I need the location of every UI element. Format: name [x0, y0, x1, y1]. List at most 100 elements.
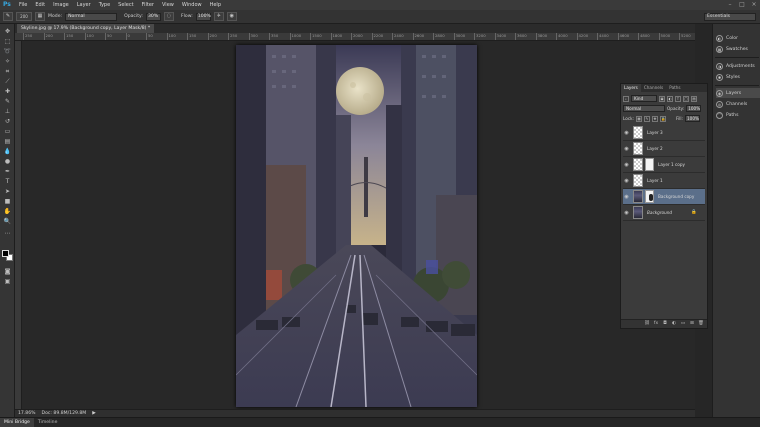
filter-adjustment-icon[interactable]: ◐: [667, 95, 673, 102]
menu-help[interactable]: Help: [206, 0, 225, 10]
screen-mode-icon[interactable]: ▣: [3, 278, 12, 286]
layer-style-icon[interactable]: fx: [653, 321, 659, 327]
panel-channels[interactable]: ◎ Channels: [716, 99, 760, 109]
maximize-button[interactable]: □: [738, 1, 746, 8]
menu-layer[interactable]: Layer: [73, 0, 95, 10]
edit-toolbar-icon[interactable]: ⋯: [3, 230, 12, 238]
menu-filter[interactable]: Filter: [138, 0, 158, 10]
pressure-opacity-icon[interactable]: ◌: [163, 12, 174, 21]
status-menu-arrow-icon[interactable]: ▶: [92, 411, 96, 416]
filter-kind-select[interactable]: Kind: [631, 95, 657, 102]
flow-input[interactable]: 100%: [195, 12, 211, 21]
lasso-tool-icon[interactable]: ➰: [3, 48, 12, 56]
panel-adjustments[interactable]: ◑ Adjustments: [716, 61, 760, 71]
layer-row[interactable]: ◉ Layer 1 copy: [623, 157, 705, 173]
menu-window[interactable]: Window: [178, 0, 206, 10]
menu-edit[interactable]: Edit: [31, 0, 49, 10]
zoom-tool-icon[interactable]: 🔍: [3, 218, 12, 226]
panel-color[interactable]: ◐ Color: [716, 33, 760, 43]
visibility-eye-icon[interactable]: ◉: [623, 162, 630, 168]
layer-row[interactable]: ◉ Background 🔒: [623, 205, 705, 221]
panel-paths[interactable]: ⌒ Paths: [716, 110, 760, 120]
brush-tool-icon[interactable]: ✎: [3, 12, 13, 21]
blend-mode-select[interactable]: Normal: [623, 105, 665, 112]
visibility-eye-icon[interactable]: ◉: [623, 194, 630, 200]
layer-mask-thumbnail[interactable]: [645, 190, 654, 203]
eyedropper-tool-icon[interactable]: ⟋: [3, 78, 12, 86]
pressure-size-icon[interactable]: ◉: [226, 12, 237, 21]
filter-shape-icon[interactable]: □: [683, 95, 689, 102]
menu-type[interactable]: Type: [95, 0, 114, 10]
gradient-tool-icon[interactable]: ▤: [3, 138, 12, 146]
document-size-info[interactable]: Doc: 89.8M/129.8M: [42, 411, 87, 416]
marquee-tool-icon[interactable]: ⬚: [3, 38, 12, 46]
layer-row[interactable]: ◉ Layer 3: [623, 125, 705, 141]
add-mask-icon[interactable]: ◘: [662, 321, 668, 327]
new-layer-icon[interactable]: ⊞: [689, 321, 695, 327]
fill-input[interactable]: 100%: [684, 115, 700, 122]
filter-pixel-icon[interactable]: ▣: [659, 95, 665, 102]
opacity-input[interactable]: 30%: [145, 12, 161, 21]
layer-mask-thumbnail[interactable]: [645, 158, 654, 171]
move-tool-icon[interactable]: ✥: [3, 28, 12, 36]
menu-file[interactable]: File: [15, 0, 31, 10]
foreground-color-swatch[interactable]: [2, 250, 9, 257]
workspace-select[interactable]: Essentials: [704, 13, 756, 21]
visibility-eye-icon[interactable]: ◉: [623, 210, 630, 216]
filter-type-icon[interactable]: T: [675, 95, 681, 102]
tab-layers[interactable]: Layers: [621, 84, 641, 92]
document-image[interactable]: [236, 45, 477, 407]
adjustment-layer-icon[interactable]: ◐: [671, 321, 677, 327]
brush-panel-toggle-icon[interactable]: ▦: [35, 12, 45, 21]
dodge-tool-icon[interactable]: ●: [3, 158, 12, 166]
canvas-area[interactable]: [22, 41, 695, 409]
eraser-tool-icon[interactable]: ▭: [3, 128, 12, 136]
tab-timeline[interactable]: Timeline: [34, 418, 62, 427]
clone-stamp-tool-icon[interactable]: ⊥: [3, 108, 12, 116]
panel-styles[interactable]: ✱ Styles: [716, 72, 760, 82]
quick-select-tool-icon[interactable]: ✧: [3, 58, 12, 66]
layer-row[interactable]: ◉ Layer 2: [623, 141, 705, 157]
crop-tool-icon[interactable]: ⌗: [3, 68, 12, 76]
filter-smart-object-icon[interactable]: ▤: [691, 95, 697, 102]
tab-channels[interactable]: Channels: [641, 84, 666, 92]
layer-row[interactable]: ◉ Layer 1: [623, 173, 705, 189]
color-swatches[interactable]: [2, 250, 13, 261]
close-button[interactable]: ×: [750, 1, 758, 8]
minimize-button[interactable]: –: [726, 1, 734, 8]
lock-position-icon[interactable]: ✥: [651, 115, 658, 122]
path-selection-tool-icon[interactable]: ➤: [3, 188, 12, 196]
tab-mini-bridge[interactable]: Mini Bridge: [0, 418, 34, 427]
document-tab[interactable]: Skyline.jpg @ 17.9% (Background copy, La…: [17, 24, 155, 33]
brush-preset-picker[interactable]: 200: [16, 12, 32, 21]
visibility-eye-icon[interactable]: ◉: [623, 130, 630, 136]
lock-image-icon[interactable]: ✎: [643, 115, 650, 122]
visibility-eye-icon[interactable]: ◉: [623, 178, 630, 184]
healing-brush-tool-icon[interactable]: ✚: [3, 88, 12, 96]
panel-swatches[interactable]: ▦ Swatches: [716, 44, 760, 54]
menu-image[interactable]: Image: [49, 0, 73, 10]
mode-select[interactable]: Normal: [65, 12, 118, 21]
history-brush-tool-icon[interactable]: ↺: [3, 118, 12, 126]
type-tool-icon[interactable]: T: [3, 178, 12, 186]
quick-mask-icon[interactable]: ◙: [3, 268, 12, 276]
airbrush-icon[interactable]: ✈: [213, 12, 224, 21]
shape-tool-icon[interactable]: ■: [3, 198, 12, 206]
zoom-level[interactable]: 17.86%: [18, 411, 36, 416]
layer-row-selected[interactable]: ◉ Background copy: [623, 189, 705, 205]
new-group-icon[interactable]: ▭: [680, 321, 686, 327]
pen-tool-icon[interactable]: ✒: [3, 168, 12, 176]
menu-select[interactable]: Select: [114, 0, 137, 10]
visibility-eye-icon[interactable]: ◉: [623, 146, 630, 152]
brush-tool-icon[interactable]: ✎: [3, 98, 12, 106]
lock-transparent-icon[interactable]: ▦: [635, 115, 642, 122]
menu-view[interactable]: View: [158, 0, 178, 10]
link-layers-icon[interactable]: ⛓: [644, 321, 650, 327]
blur-tool-icon[interactable]: 💧: [3, 148, 12, 156]
tab-paths[interactable]: Paths: [666, 84, 683, 92]
panel-layers[interactable]: ◈ Layers: [716, 88, 760, 98]
lock-all-icon[interactable]: 🔒: [659, 115, 666, 122]
delete-layer-icon[interactable]: 🗑: [698, 321, 704, 327]
layer-opacity-input[interactable]: 100%: [686, 105, 702, 112]
hand-tool-icon[interactable]: ✋: [3, 208, 12, 216]
